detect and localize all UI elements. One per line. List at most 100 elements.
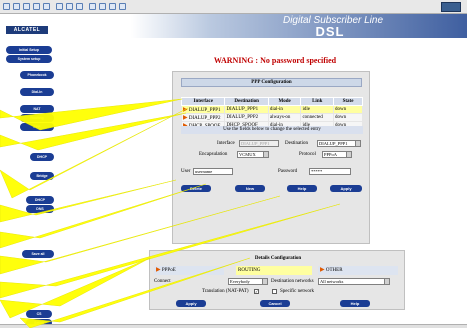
details-title: Details Configuration [254,256,302,261]
tab-pppoe[interactable]: ▶ PPPoE [154,266,224,275]
destination-select[interactable]: DIALUP_PPP1 [317,140,361,147]
edit-icon[interactable] [109,3,116,10]
help-button[interactable]: Help [287,185,317,192]
sidebar-item-phonebook[interactable]: Phonebook [20,71,54,79]
new-button[interactable]: New [235,185,265,192]
protocol-label: Protocol [299,152,316,157]
cell-interface: DIALUP_PPP1 [188,108,221,113]
sidebar-item-routing[interactable]: Routing [20,114,54,122]
ppp-config-panel: PPP Configuration Interface Destination … [172,71,370,244]
apply-button[interactable]: Apply [330,185,362,192]
destination-label: Destination [285,141,309,146]
back-icon[interactable] [3,3,10,10]
connect-select[interactable]: Everybody [228,278,268,285]
tab-routing[interactable]: ROUTING [236,266,312,275]
cell-state: down [333,113,363,122]
refresh-icon[interactable] [33,3,40,10]
encapsulation-value: VCMUX [239,152,256,157]
nat-checkbox[interactable]: ✓ [254,289,259,294]
cell-destination: DIALUP_PPP1 [224,105,269,114]
chevron-down-icon [384,279,389,284]
panel-title: PPP Configuration [181,78,362,87]
connect-value: Everybody [230,279,250,284]
details-help-button[interactable]: Help [340,300,370,307]
cell-mode: always-on [267,113,302,122]
password-input[interactable]: ***** [309,168,351,175]
discuss-icon[interactable] [119,3,126,10]
table-row[interactable]: ▶ DIALUP_PPP2 DIALUP_PPP2 always-on conn… [180,113,363,122]
windows-logo-icon [441,2,461,12]
protocol-select[interactable]: PPPoA [322,151,352,158]
stop-icon[interactable] [23,3,30,10]
sidebar-item-system-setup[interactable]: System setup [6,55,52,63]
arrow-right-icon: ▶ [320,267,325,273]
hint-text: Use the fields below to change the selec… [181,126,363,134]
delete-button[interactable]: Delete [181,185,211,192]
cell-link: idle [300,105,335,114]
search-icon[interactable] [56,3,63,10]
connect-label: Connect [154,279,171,284]
details-apply-button[interactable]: Apply [176,300,206,307]
tab-other[interactable]: ▶ OTHER [318,266,398,275]
details-config-panel: Details Configuration ▶ PPPoE ROUTING ▶ … [149,250,405,310]
home-icon[interactable] [43,3,50,10]
sidebar-item-dhcp-server[interactable]: DHCP [26,196,54,204]
destination-value: DIALUP_PPP1 [319,141,348,146]
sidebar-item-dns[interactable]: DNS [26,205,54,213]
chevron-down-icon [355,141,360,146]
cell-link: connected [300,113,335,122]
cell-destination: DIALUP_PPP2 [224,113,269,122]
cell-interface: DIALUP_PPP2 [188,116,221,121]
arrow-right-icon: ▶ [183,107,188,113]
column-header: State [333,97,363,106]
password-label: Password [278,169,298,174]
cell-mode: dial-in [267,105,302,114]
tab-routing-label: ROUTING [238,268,261,273]
protocol-value: PPPoA [324,152,338,157]
forward-icon[interactable] [13,3,20,10]
user-label: User [181,169,191,174]
encapsulation-label: Encapsulation [199,152,228,157]
interface-field[interactable]: DIALUP_PPP1 [239,140,279,147]
arrow-right-icon: ▶ [183,115,188,121]
dest-networks-select[interactable]: All networks [318,278,390,285]
column-header: Interface [180,97,226,106]
favorites-icon[interactable] [66,3,73,10]
sidebar-item-ppp[interactable]: PPP [20,123,54,131]
interface-label: Interface [217,141,235,146]
table-row[interactable]: ▶ DIALUP_PPP1 DIALUP_PPP1 dial-in idle d… [180,105,363,114]
alcatel-logo: ALCATEL [6,26,48,34]
sidebar: Initial Setup System setup Phonebook Dia… [0,38,68,328]
print-icon[interactable] [99,3,106,10]
tab-other-label: OTHER [325,268,343,273]
sidebar-item-bridge[interactable]: Bridge [30,172,54,180]
specific-network-label: Specific network [280,289,315,294]
specific-network-checkbox[interactable] [272,289,277,294]
sidebar-item-dial-in[interactable]: Dial-In [20,88,54,96]
nat-label: Translation (NAT-PAT) [202,289,249,294]
dest-networks-label: Destination networks [271,279,314,284]
column-header: Link [300,97,335,106]
cell-state: down [333,105,363,114]
column-header: Destination [224,97,269,106]
details-cancel-button[interactable]: Cancel [260,300,290,307]
brand-subtitle: DSL [315,24,345,39]
sidebar-item-save-all[interactable]: Save all [22,250,54,258]
column-header: Mode [267,97,302,106]
chevron-down-icon [263,152,268,157]
dest-networks-value: All networks [320,279,344,284]
arrow-right-icon: ▶ [156,267,161,273]
status-bar [0,324,467,328]
sidebar-item-dhcp[interactable]: DHCP [30,153,54,161]
tab-pppoe-label: PPPoE [161,268,176,273]
history-icon[interactable] [76,3,83,10]
sidebar-item-nat[interactable]: NAT [20,105,54,113]
mail-icon[interactable] [89,3,96,10]
sidebar-item-cs[interactable]: CS [26,310,52,318]
chevron-down-icon [346,152,351,157]
encapsulation-select[interactable]: VCMUX [237,151,269,158]
warning-message: WARNING : No password specified [213,56,337,65]
user-input[interactable]: username [193,168,233,175]
sidebar-item-initial-setup[interactable]: Initial Setup [6,46,52,54]
chevron-down-icon [262,279,267,284]
